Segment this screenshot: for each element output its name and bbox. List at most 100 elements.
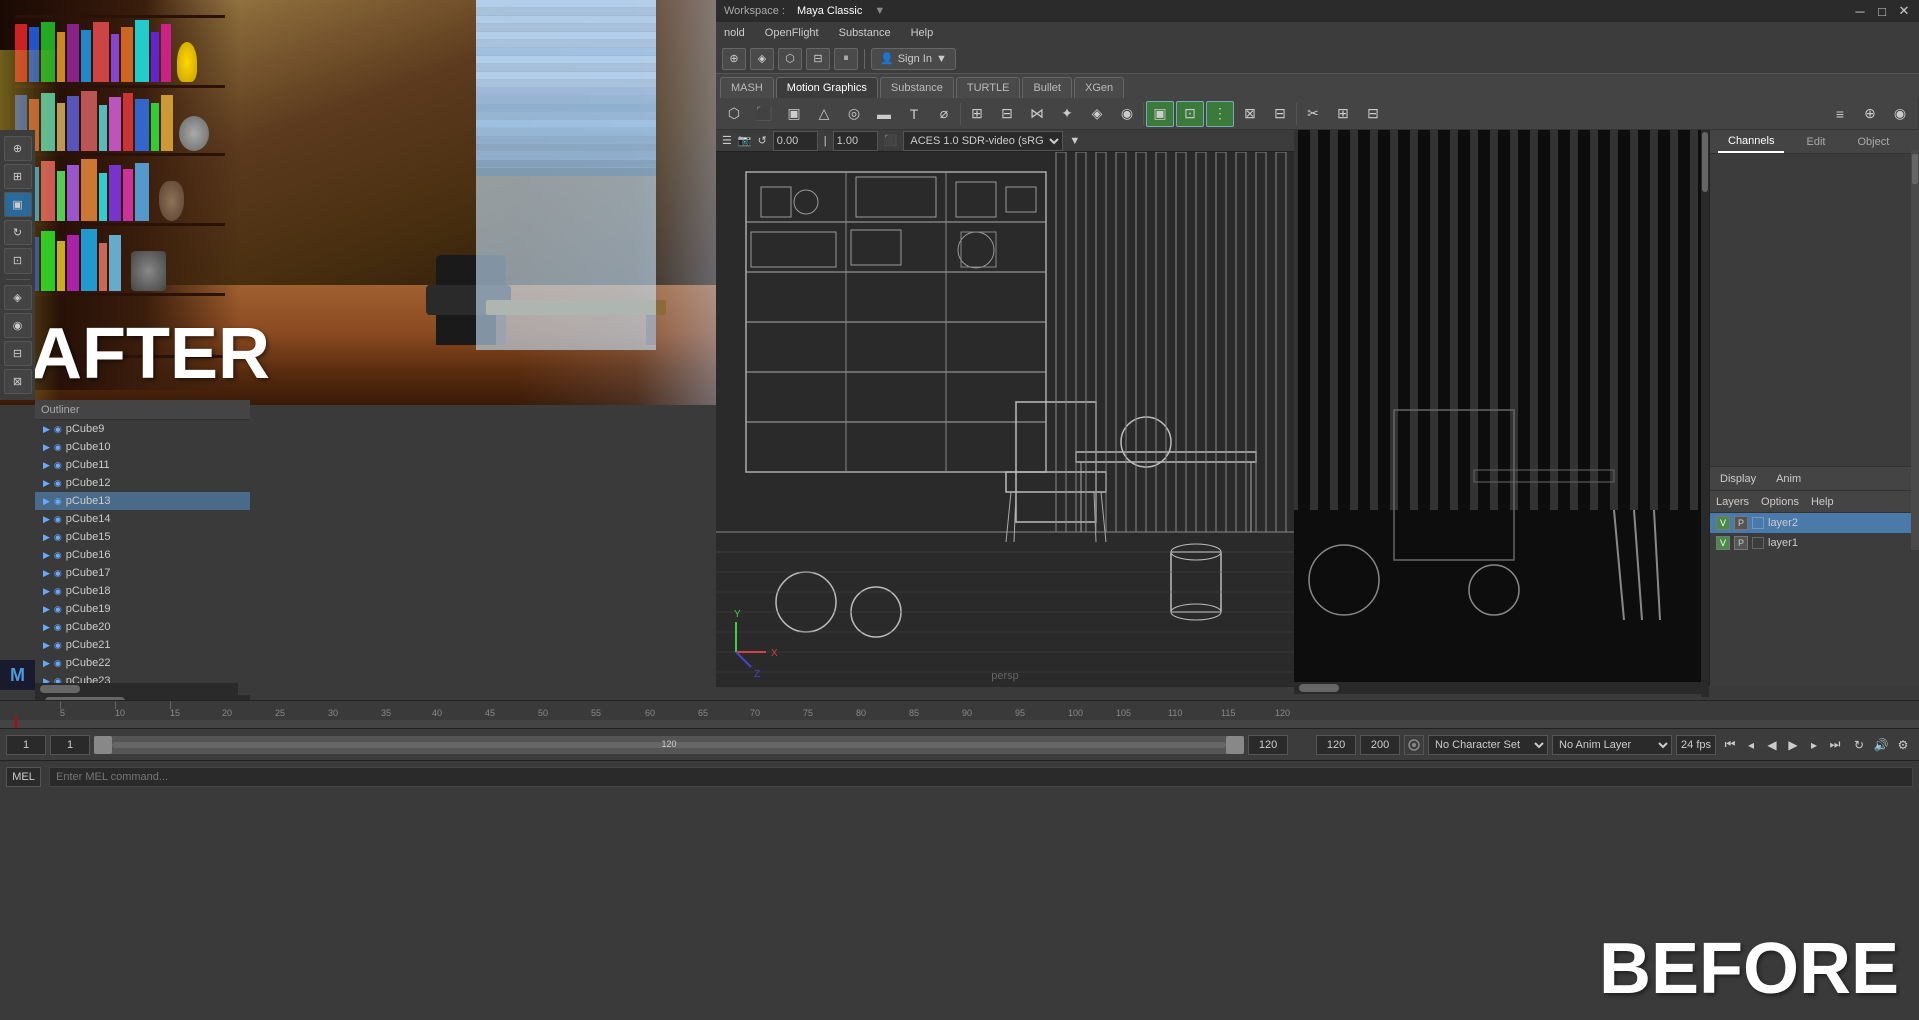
show-tab[interactable]: Show <box>1911 132 1919 152</box>
auto-key-btn[interactable] <box>1404 735 1424 755</box>
character-set-dropdown[interactable]: No Character Set <box>1428 735 1548 755</box>
layer-row-layer1[interactable]: V P layer1 <box>1710 533 1919 553</box>
outliner-item[interactable]: ▶ ◉ pCube22 <box>35 654 250 672</box>
layer2-playback[interactable]: P <box>1734 516 1748 530</box>
play-btn[interactable]: ▶ <box>1783 735 1803 755</box>
menu-nold[interactable]: nold <box>720 25 749 41</box>
settings-btn[interactable]: ⚙ <box>1893 735 1913 755</box>
tool7-btn[interactable]: ◉ <box>4 313 32 338</box>
bottom-hscrollbar[interactable] <box>1294 682 1701 694</box>
outliner-item-selected[interactable]: ▶ ◉ pCube13 <box>35 492 250 510</box>
outliner-item[interactable]: ▶ ◉ pCube9 <box>35 420 250 438</box>
edit-tab[interactable]: Edit <box>1796 132 1835 152</box>
tb-icon2[interactable]: ◈ <box>750 48 774 70</box>
help-label[interactable]: Help <box>1811 496 1834 508</box>
tab-motion-graphics[interactable]: Motion Graphics <box>776 77 878 98</box>
outliner-item[interactable]: ▶ ◉ pCube21 <box>35 636 250 654</box>
sculpt-btn[interactable]: ⊠ <box>1236 101 1264 127</box>
soft-select-btn[interactable]: ⊡ <box>1176 101 1204 127</box>
poly-plane-btn[interactable]: ▬ <box>870 101 898 127</box>
tb-right-2[interactable]: ⊕ <box>1856 101 1884 127</box>
mel-command-input[interactable] <box>49 767 1913 787</box>
symmetry-btn[interactable]: ⋮ <box>1206 101 1234 127</box>
sign-in-button[interactable]: 👤 Sign In ▼ <box>871 48 956 70</box>
minimize-button[interactable]: ─ <box>1849 0 1871 22</box>
poly-sphere-btn[interactable]: ⬡ <box>720 101 748 127</box>
right-scroll-thumb[interactable] <box>1702 132 1708 192</box>
outliner-item[interactable]: ▶ ◉ pCube19 <box>35 600 250 618</box>
range-handle-right[interactable] <box>1226 736 1244 754</box>
go-start-btn[interactable]: ⏮ <box>1720 735 1740 755</box>
nurbs-btn[interactable]: ⌀ <box>930 101 958 127</box>
tab-xgen[interactable]: XGen <box>1074 77 1124 98</box>
display-tab[interactable]: Display <box>1710 469 1766 489</box>
layer-row-layer2[interactable]: V P layer2 <box>1710 513 1919 533</box>
right-scrollbar-strip[interactable] <box>1701 130 1709 685</box>
bottom-hscroll-thumb[interactable] <box>1299 684 1339 692</box>
anim-end-input[interactable] <box>1360 735 1400 755</box>
anim-tab[interactable]: Anim <box>1766 469 1811 489</box>
outliner-item[interactable]: ▶ ◉ pCube15 <box>35 528 250 546</box>
tb-right-3[interactable]: ◉ <box>1886 101 1914 127</box>
bridge-btn[interactable]: ⋈ <box>1023 101 1051 127</box>
channels-tab[interactable]: Channels <box>1718 131 1784 153</box>
outliner-item[interactable]: ▶ ◉ pCube12 <box>35 474 250 492</box>
layer2-visibility[interactable]: V <box>1716 516 1730 530</box>
maya-application-icon[interactable]: M <box>0 660 35 690</box>
viewport-value2[interactable] <box>833 131 878 151</box>
bevel-btn[interactable]: ⊟ <box>993 101 1021 127</box>
tab-mash[interactable]: MASH <box>720 77 774 98</box>
append-polygon-btn[interactable]: ◉ <box>1113 101 1141 127</box>
layer1-playback[interactable]: P <box>1734 536 1748 550</box>
go-end-btn[interactable]: ⏭ <box>1825 735 1845 755</box>
relax-btn[interactable]: ⊟ <box>1266 101 1294 127</box>
poly-cylinder-btn[interactable]: ▣ <box>780 101 808 127</box>
select-tool-btn[interactable]: ⊕ <box>4 136 32 161</box>
menu-help[interactable]: Help <box>907 25 938 41</box>
offset-loop-btn[interactable]: ⊟ <box>1359 101 1387 127</box>
fill-hole-btn[interactable]: ◈ <box>1083 101 1111 127</box>
anim-layer-dropdown[interactable]: No Anim Layer <box>1552 735 1672 755</box>
play-back-btn[interactable]: ◀ <box>1762 735 1782 755</box>
next-frame-btn[interactable]: ▸ <box>1804 735 1824 755</box>
loop-btn[interactable]: ↻ <box>1849 735 1869 755</box>
object-tab[interactable]: Object <box>1847 132 1899 152</box>
outliner-item[interactable]: ▶ ◉ pCube11 <box>35 456 250 474</box>
tool9-btn[interactable]: ⊠ <box>4 369 32 394</box>
tool8-btn[interactable]: ⊟ <box>4 341 32 366</box>
workspace-expand[interactable]: ▼ <box>874 5 885 17</box>
poly-cube-btn[interactable]: ⬛ <box>750 101 778 127</box>
anim-start-input[interactable] <box>1316 735 1356 755</box>
menu-substance[interactable]: Substance <box>835 25 895 41</box>
tb-icon4[interactable]: ⊟ <box>806 48 830 70</box>
poly-torus-btn[interactable]: ◎ <box>840 101 868 127</box>
sound-btn[interactable]: 🔊 <box>1871 735 1891 755</box>
layer1-visibility[interactable]: V <box>1716 536 1730 550</box>
restore-button[interactable]: □ <box>1871 0 1893 22</box>
range-handle-left[interactable] <box>94 736 112 754</box>
viewport-value1[interactable] <box>773 131 818 151</box>
insert-loop-btn[interactable]: ⊞ <box>1329 101 1357 127</box>
scale-tool-btn[interactable]: ⊡ <box>4 248 32 273</box>
layers-label[interactable]: Layers <box>1716 496 1749 508</box>
playback-range-slider[interactable]: 120 <box>94 736 1244 754</box>
outliner-item[interactable]: ▶ ◉ pCube18 <box>35 582 250 600</box>
cs-expand[interactable]: ▼ <box>1069 135 1080 147</box>
outliner-item[interactable]: ▶ ◉ pCube16 <box>35 546 250 564</box>
layers-vertical-tab[interactable] <box>1912 154 1918 184</box>
move-tool-btn[interactable]: ⊞ <box>4 164 32 189</box>
tab-turtle[interactable]: TURTLE <box>956 77 1021 98</box>
color-space-dropdown[interactable]: ACES 1.0 SDR-video (sRGB) <box>903 131 1063 151</box>
options-label[interactable]: Options <box>1761 496 1799 508</box>
menu-openflight[interactable]: OpenFlight <box>761 25 823 41</box>
h-scroll-thumb[interactable] <box>40 685 80 693</box>
merge-btn[interactable]: ✦ <box>1053 101 1081 127</box>
smooth-mesh-btn[interactable]: ▣ <box>1146 101 1174 127</box>
tool6-btn[interactable]: ◈ <box>4 285 32 310</box>
rotate-tool-btn[interactable]: ↻ <box>4 220 32 245</box>
tb-icon3[interactable]: ⬡ <box>778 48 802 70</box>
active-tool-btn[interactable]: ▣ <box>4 192 32 217</box>
tab-bullet[interactable]: Bullet <box>1022 77 1072 98</box>
start-frame-input[interactable] <box>6 735 46 755</box>
outliner-item[interactable]: ▶ ◉ pCube17 <box>35 564 250 582</box>
